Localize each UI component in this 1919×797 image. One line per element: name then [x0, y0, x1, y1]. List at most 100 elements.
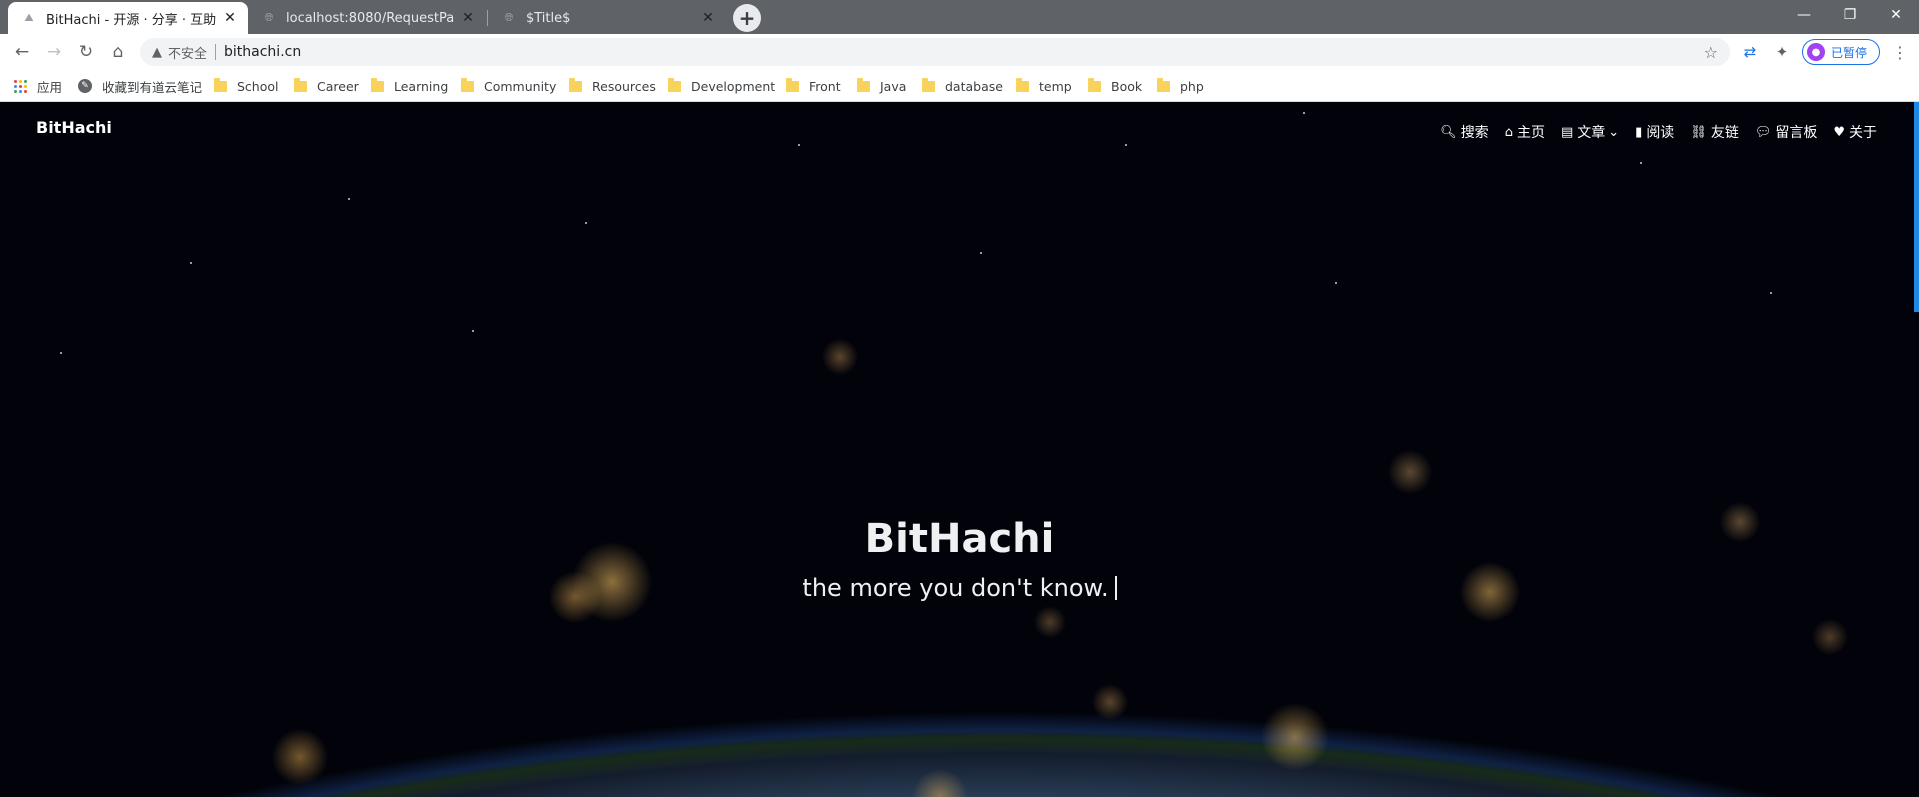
bookmark-label: Community	[484, 78, 557, 94]
apps-grid-icon	[14, 79, 27, 93]
folder-icon	[461, 77, 474, 92]
nav-about[interactable]: ♥ 关于	[1833, 122, 1877, 142]
search-icon: 🔍︎	[1440, 124, 1457, 140]
bookmark-label: php	[1180, 78, 1204, 94]
bookmark-label: Resources	[592, 78, 656, 94]
bookmark-apps[interactable]: 应用	[14, 76, 62, 96]
folder-icon	[857, 77, 870, 92]
close-icon[interactable]: ✕	[700, 10, 716, 26]
star-icon[interactable]: ☆	[1704, 43, 1718, 62]
bookmark-folder-learning[interactable]: Learning	[371, 76, 448, 96]
url-text[interactable]: bithachi.cn	[224, 44, 301, 60]
folder-icon	[922, 77, 935, 92]
bookmark-label: Learning	[394, 78, 449, 94]
link-icon: ⛓	[1690, 124, 1707, 140]
chevron-down-icon: ⌄	[1608, 124, 1620, 140]
folder-icon	[786, 77, 799, 92]
bookmark-label: Book	[1111, 78, 1143, 94]
nav-label: 主页	[1516, 125, 1545, 141]
back-arrow-icon[interactable]: ←	[8, 38, 36, 66]
bookmark-folder-resources[interactable]: Resources	[569, 76, 656, 96]
nav-search[interactable]: 🔍︎ 搜索	[1440, 122, 1489, 142]
minimize-button[interactable]: —	[1781, 0, 1827, 30]
site-logo[interactable]: BitHachi	[36, 118, 112, 137]
bookmark-folder-database[interactable]: database	[922, 76, 1003, 96]
close-icon[interactable]: ✕	[460, 10, 476, 26]
bookmark-folder-community[interactable]: Community	[461, 76, 556, 96]
nav-label: 友链	[1710, 125, 1739, 141]
folder-icon	[371, 77, 384, 92]
forward-arrow-icon[interactable]: →	[40, 38, 68, 66]
tab-title: $Title$	[526, 10, 571, 26]
home-icon[interactable]: ⌂	[104, 38, 132, 66]
security-label[interactable]: 不安全	[168, 43, 207, 62]
bookmark-youdao[interactable]: ✎ 收藏到有道云笔记	[78, 76, 202, 96]
bookmark-icon: ▮	[1635, 124, 1643, 140]
nav-guestbook[interactable]: 💬︎ 留言板	[1755, 122, 1818, 142]
bookmark-folder-development[interactable]: Development	[668, 76, 775, 96]
folder-icon	[1016, 77, 1029, 92]
city-lights-overlay	[0, 102, 1919, 797]
nav-label: 搜索	[1460, 125, 1489, 141]
bookmark-folder-school[interactable]: School	[214, 76, 279, 96]
extensions-puzzle-icon[interactable]: ✦	[1772, 42, 1792, 62]
folder-icon	[569, 77, 582, 92]
bookmark-label: Development	[691, 78, 776, 94]
star-dot	[1770, 292, 1772, 294]
bookmark-folder-temp[interactable]: temp	[1016, 76, 1072, 96]
close-icon[interactable]: ✕	[222, 10, 238, 26]
browser-tabstrip: ⛰ BitHachi - 开源 · 分享 · 互助 · 进步 ✕ 🌐︎ loca…	[0, 0, 1919, 34]
warning-icon[interactable]: ▲	[152, 45, 162, 60]
tab-title: localhost:8080/RequestParaServlet	[286, 10, 454, 26]
reload-icon[interactable]: ↻	[72, 38, 100, 66]
nav-links[interactable]: ⛓ 友链	[1690, 122, 1739, 142]
bookmark-label: Java	[880, 78, 907, 94]
youdao-icon: ✎	[78, 79, 92, 93]
tab-localhost[interactable]: 🌐︎ localhost:8080/RequestParaServlet ✕	[248, 2, 486, 34]
heart-icon: ♥	[1833, 124, 1845, 140]
tab-bithachi[interactable]: ⛰ BitHachi - 开源 · 分享 · 互助 · 进步 ✕	[8, 2, 248, 34]
translate-icon[interactable]: ⇄	[1740, 42, 1760, 62]
star-dot	[798, 144, 800, 146]
page-scrollbar[interactable]	[1914, 102, 1919, 312]
star-dot	[60, 352, 62, 354]
bookmark-folder-php[interactable]: php	[1157, 76, 1204, 96]
window-close-button[interactable]: ✕	[1873, 0, 1919, 30]
bookmark-label: database	[945, 78, 1003, 94]
bookmark-label: Front	[809, 78, 841, 94]
profile-status-label: 已暂停	[1831, 45, 1868, 60]
star-dot	[348, 198, 350, 200]
address-bar[interactable]: ▲ 不安全 bithachi.cn ☆	[140, 38, 1730, 66]
bookmark-folder-java[interactable]: Java	[857, 76, 906, 96]
avatar: ●	[1807, 43, 1825, 61]
bookmark-label: 收藏到有道云笔记	[102, 79, 203, 95]
bookmark-label: 应用	[37, 79, 63, 95]
site-favicon-icon: ⛰	[24, 11, 34, 24]
bookmark-label: School	[237, 78, 279, 94]
book-icon: ▤	[1560, 124, 1574, 140]
more-menu-icon[interactable]: ⋮	[1890, 42, 1910, 62]
nav-label: 文章	[1577, 125, 1606, 141]
nav-reading[interactable]: ▮ 阅读	[1635, 122, 1674, 142]
bookmark-folder-front[interactable]: Front	[786, 76, 841, 96]
bookmark-folder-book[interactable]: Book	[1088, 76, 1142, 96]
nav-articles[interactable]: ▤ 文章 ⌄	[1561, 122, 1619, 142]
star-dot	[190, 262, 192, 264]
nav-label: 留言板	[1775, 125, 1818, 141]
restore-button[interactable]: ❐	[1827, 0, 1873, 30]
tab-title-placeholder[interactable]: 🌐︎ $Title$ ✕	[488, 2, 726, 34]
new-tab-button[interactable]: +	[733, 4, 761, 32]
hero-background	[0, 102, 1919, 797]
star-dot	[472, 330, 474, 332]
star-dot	[585, 222, 587, 224]
comment-icon: 💬︎	[1754, 124, 1772, 140]
star-dot	[980, 252, 982, 254]
star-dot	[1303, 112, 1305, 114]
nav-home[interactable]: ⌂ 主页	[1505, 122, 1545, 142]
tab-title: BitHachi - 开源 · 分享 · 互助 · 进步	[46, 12, 216, 28]
profile-button[interactable]: ● 已暂停	[1802, 39, 1880, 65]
address-divider	[215, 44, 217, 60]
hero-title: BitHachi	[864, 516, 1055, 562]
nav-label: 关于	[1849, 125, 1877, 141]
bookmark-folder-career[interactable]: Career	[294, 76, 359, 96]
